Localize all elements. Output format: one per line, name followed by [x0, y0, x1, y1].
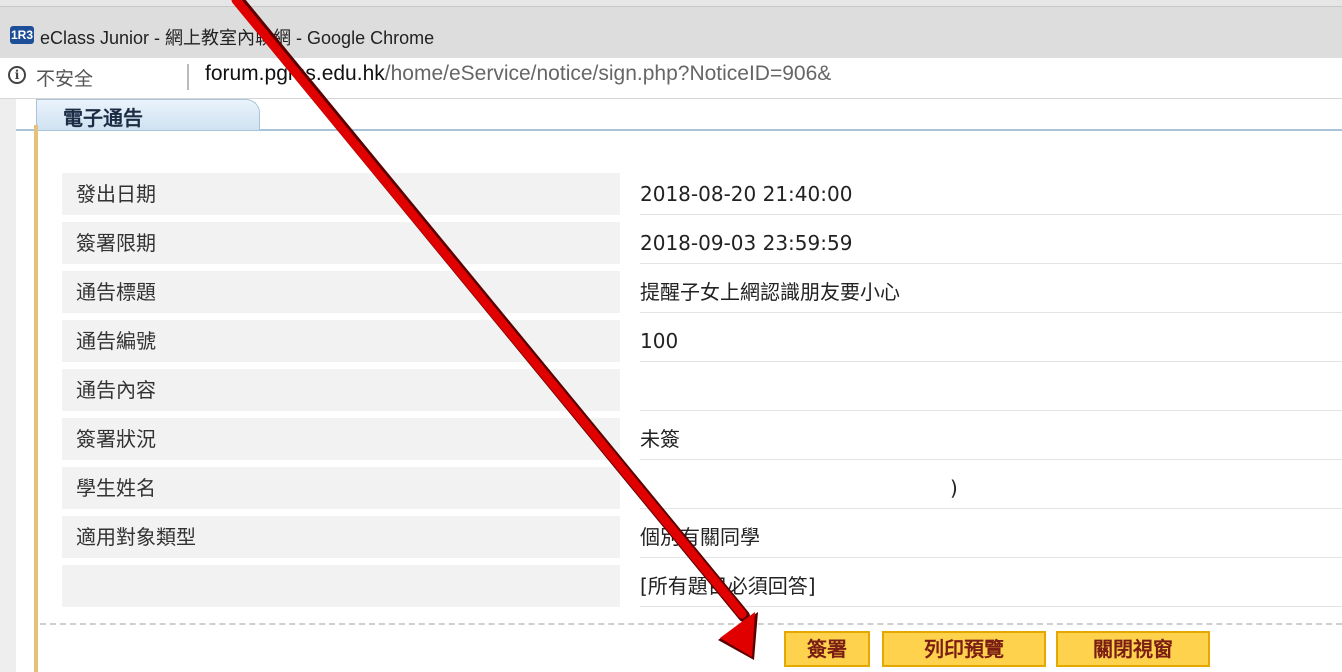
row-label-sign-status: 簽署狀況	[62, 418, 620, 460]
address-bar-divider	[187, 64, 189, 90]
row-value-notice-number: 100	[640, 320, 1342, 362]
dashed-divider	[40, 623, 1342, 625]
sign-button[interactable]: 簽署	[784, 631, 870, 667]
row-value-sign-status: 未簽	[640, 418, 1342, 460]
row-value-student-name: )	[640, 467, 1342, 509]
table-row: 簽署限期 2018-09-03 23:59:59	[62, 222, 1342, 264]
print-preview-button[interactable]: 列印預覽	[882, 631, 1046, 667]
row-value-notice-content	[640, 369, 1342, 411]
browser-title-bar: 1R3 eClass Junior - 網上教室內聯網 - Google Chr…	[0, 0, 1342, 58]
row-value-required-note: [所有題目必須回答]	[640, 565, 1342, 607]
info-icon[interactable]: i	[8, 66, 26, 84]
row-label-issue-date: 發出日期	[62, 173, 620, 215]
row-label-notice-title: 通告標題	[62, 271, 620, 313]
sign-button-label: 簽署	[807, 637, 847, 661]
row-label-notice-number: 通告編號	[62, 320, 620, 362]
close-window-button[interactable]: 關閉視窗	[1056, 631, 1210, 667]
url-host: forum.pgms.edu.hk	[205, 62, 385, 85]
table-row: 通告標題 提醒子女上網認識朋友要小心	[62, 271, 1342, 313]
notice-page: 電子通告 發出日期 2018-08-20 21:40:00 簽署限期 2018-…	[0, 99, 1342, 672]
table-row: 發出日期 2018-08-20 21:40:00	[62, 173, 1342, 215]
table-row: 通告內容	[62, 369, 1342, 411]
tab-title: 電子通告	[63, 106, 143, 130]
content-left-border	[34, 125, 38, 672]
table-row: 適用對象類型 個別有關同學	[62, 516, 1342, 558]
tab-e-notice: 電子通告	[36, 99, 260, 130]
row-label-student-name: 學生姓名	[62, 467, 620, 509]
print-preview-button-label: 列印預覽	[924, 637, 1004, 661]
table-row: 通告編號 100	[62, 320, 1342, 362]
row-label-blank	[62, 565, 620, 607]
url-path: /home/eService/notice/sign.php?NoticeID=…	[384, 62, 832, 85]
row-value-target-type: 個別有關同學	[640, 516, 1342, 558]
left-margin	[0, 99, 16, 672]
row-label-target-type: 適用對象類型	[62, 516, 620, 558]
table-row: 學生姓名 )	[62, 467, 1342, 509]
browser-tab-strip	[0, 0, 1342, 7]
section-header: 電子通告	[16, 99, 1342, 131]
address-bar[interactable]: i 不安全 forum.pgms.edu.hk/home/eService/no…	[0, 58, 1342, 99]
row-value-notice-title: 提醒子女上網認識朋友要小心	[640, 271, 1342, 313]
table-row: 簽署狀況 未簽	[62, 418, 1342, 460]
window-title: eClass Junior - 網上教室內聯網 - Google Chrome	[40, 28, 435, 48]
row-label-sign-deadline: 簽署限期	[62, 222, 620, 264]
close-window-button-label: 關閉視窗	[1093, 637, 1173, 661]
table-row: [所有題目必須回答]	[62, 565, 1342, 607]
row-value-sign-deadline: 2018-09-03 23:59:59	[640, 222, 1342, 264]
eclass-app-icon: 1R3	[10, 26, 34, 44]
url-text[interactable]: forum.pgms.edu.hk/home/eService/notice/s…	[205, 62, 831, 86]
security-status-label[interactable]: 不安全	[36, 64, 93, 91]
row-value-issue-date: 2018-08-20 21:40:00	[640, 173, 1342, 215]
row-label-notice-content: 通告內容	[62, 369, 620, 411]
